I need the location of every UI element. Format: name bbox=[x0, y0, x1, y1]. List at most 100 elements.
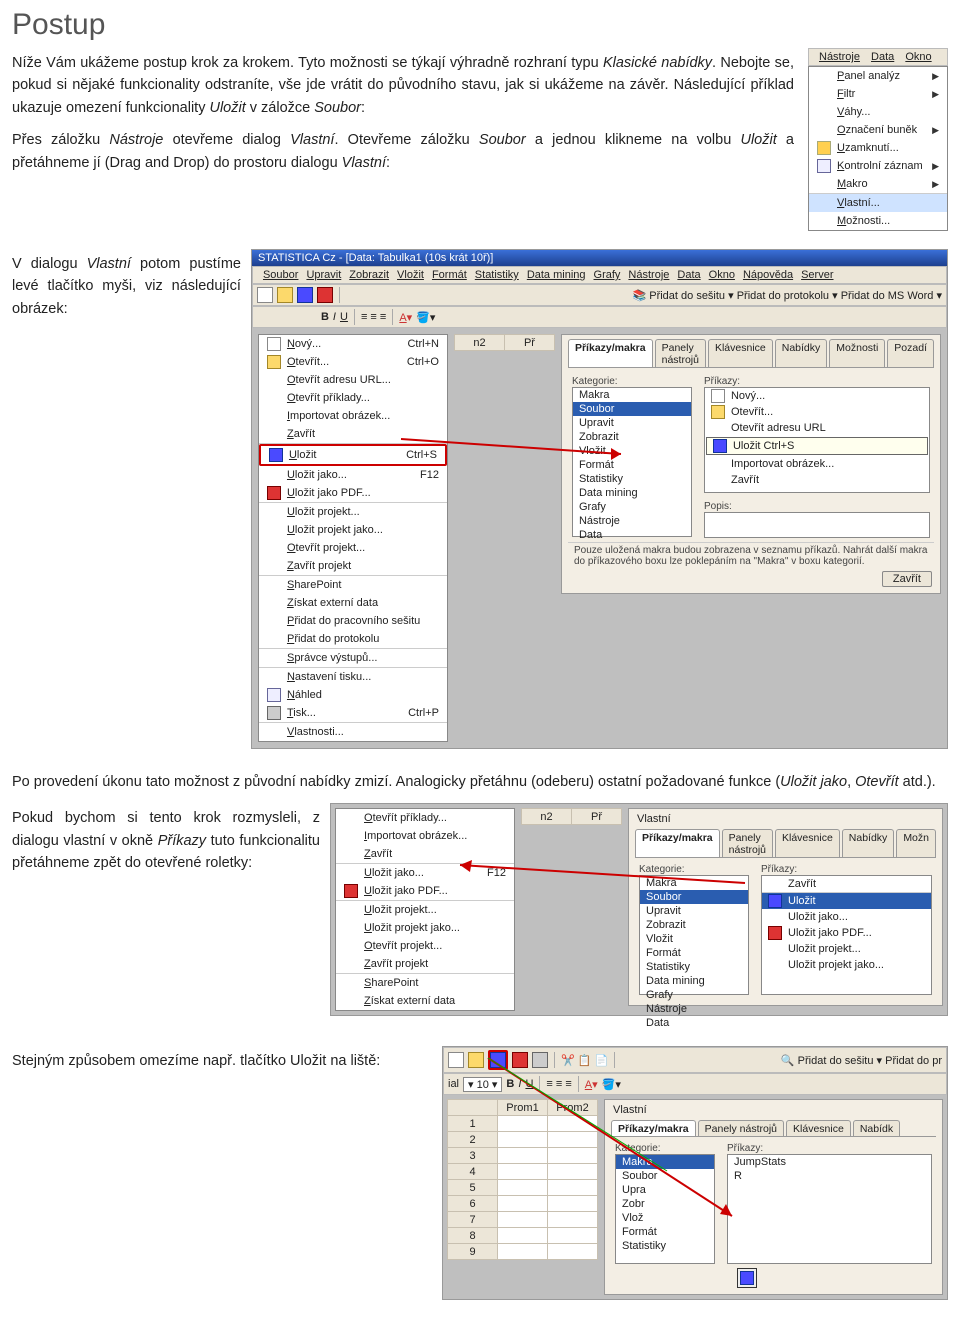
list-item[interactable]: Soubor bbox=[573, 402, 691, 416]
button-zavrit[interactable]: Zavřít bbox=[882, 571, 932, 587]
list-item[interactable]: Upravit bbox=[640, 904, 748, 918]
tb-add-proto[interactable]: Přidat do protokolu bbox=[737, 290, 829, 302]
list-item[interactable]: Statistiky bbox=[616, 1239, 714, 1253]
menu-item[interactable]: Nastavení tisku... bbox=[259, 668, 447, 686]
tab[interactable]: Možn bbox=[896, 829, 936, 857]
pdf-icon[interactable] bbox=[317, 287, 333, 303]
list-item[interactable]: Makra bbox=[640, 876, 748, 890]
kategorie-list[interactable]: MakraSouborUpravitZobrazitVložitFormátSt… bbox=[572, 387, 692, 537]
tab[interactable]: Příkazy/makra bbox=[611, 1120, 696, 1136]
list-item[interactable]: R bbox=[728, 1169, 931, 1183]
tab[interactable]: Příkazy/makra bbox=[635, 829, 720, 857]
menubar-item[interactable]: Upravit bbox=[306, 269, 341, 281]
list-item[interactable]: Data mining bbox=[640, 974, 748, 988]
menubar-item[interactable]: Data mining bbox=[527, 269, 586, 281]
menu-item[interactable]: Panel analýz▶ bbox=[809, 67, 947, 85]
menu-item[interactable]: Získat externí data bbox=[259, 594, 447, 612]
list-item[interactable]: Uložit Ctrl+S bbox=[706, 437, 928, 455]
menu-item[interactable]: Přidat do protokolu bbox=[259, 630, 447, 649]
tab[interactable]: Panely nástrojů bbox=[655, 339, 706, 367]
list-item[interactable]: Data bbox=[573, 528, 691, 542]
menu-item[interactable]: Importovat obrázek... bbox=[259, 407, 447, 425]
menu-item[interactable]: SharePoint bbox=[259, 576, 447, 594]
list-item[interactable]: Makra bbox=[573, 388, 691, 402]
menubar-item[interactable]: Formát bbox=[432, 269, 467, 281]
list-item[interactable]: Zobrazit bbox=[640, 918, 748, 932]
menubar-item[interactable]: Grafy bbox=[594, 269, 621, 281]
menu-item[interactable]: Makro▶ bbox=[809, 175, 947, 194]
list-item[interactable]: Data mining bbox=[573, 486, 691, 500]
menu-item[interactable]: Kontrolní záznam▶ bbox=[809, 157, 947, 175]
tb-add-sesit[interactable]: Přidat do sešitu bbox=[649, 290, 725, 302]
tb3-add-proto[interactable]: Přidat do pr bbox=[885, 1055, 942, 1067]
save-icon[interactable] bbox=[297, 287, 313, 303]
menu-item[interactable]: Zavřít bbox=[259, 425, 447, 444]
list-item[interactable]: Soubor bbox=[616, 1169, 714, 1183]
list-item[interactable]: Upravit bbox=[573, 416, 691, 430]
list-item[interactable]: Makra bbox=[616, 1155, 714, 1169]
menu-item[interactable]: Správce výstupů... bbox=[259, 649, 447, 668]
menubar-item[interactable]: Zobrazit bbox=[349, 269, 389, 281]
menu-nastroje[interactable]: Nástroje bbox=[819, 51, 860, 63]
menu-item[interactable]: Uložit projekt... bbox=[336, 901, 514, 919]
kategorie-list-3[interactable]: MakraSouborUpraZobrVložFormátStatistiky bbox=[615, 1154, 715, 1264]
tab[interactable]: Pozadí bbox=[887, 339, 934, 367]
list-item[interactable]: Zobrazit bbox=[573, 430, 691, 444]
tab[interactable]: Klávesnice bbox=[708, 339, 773, 367]
list-item[interactable]: Otevřít adresu URL bbox=[705, 420, 929, 436]
font-color-icon[interactable]: A▾ bbox=[399, 311, 412, 324]
list-item[interactable]: Importovat obrázek... bbox=[705, 456, 929, 472]
menu-item[interactable]: Uložit jako PDF... bbox=[336, 882, 514, 901]
list-item[interactable]: Grafy bbox=[640, 988, 748, 1002]
list-item[interactable]: Formát bbox=[616, 1225, 714, 1239]
prikazy-list[interactable]: Nový...Otevřít...Otevřít adresu URLUloži… bbox=[704, 387, 930, 493]
menubar-item[interactable]: Okno bbox=[709, 269, 735, 281]
menu-okno[interactable]: Okno bbox=[905, 51, 931, 63]
menu-item[interactable]: Uložit projekt jako... bbox=[336, 919, 514, 937]
list-item[interactable]: Vložit bbox=[573, 444, 691, 458]
list-item[interactable]: Formát bbox=[573, 458, 691, 472]
list-item[interactable]: Otevřít... bbox=[705, 404, 929, 420]
menu-item[interactable]: Uložit projekt jako... bbox=[259, 521, 447, 539]
list-item[interactable]: Grafy bbox=[573, 500, 691, 514]
menu-item[interactable]: Přidat do pracovního sešitu bbox=[259, 612, 447, 630]
menu-item[interactable]: Uložit projekt... bbox=[259, 503, 447, 521]
list-item[interactable]: Nástroje bbox=[573, 514, 691, 528]
menu-item[interactable]: Zavřít projekt bbox=[336, 955, 514, 974]
list-item[interactable]: Soubor bbox=[640, 890, 748, 904]
tab[interactable]: Panely nástrojů bbox=[722, 829, 773, 857]
tab[interactable]: Nabídky bbox=[842, 829, 895, 857]
menu-data[interactable]: Data bbox=[871, 51, 894, 63]
menu-item[interactable]: Otevřít projekt... bbox=[336, 937, 514, 955]
font-size-field[interactable]: ▾ 10 ▾ bbox=[463, 1077, 502, 1092]
menu-item[interactable]: Nový...Ctrl+N bbox=[259, 335, 447, 353]
tb3-save-icon[interactable] bbox=[490, 1052, 506, 1068]
menu-item[interactable]: UložitCtrl+S bbox=[259, 444, 447, 466]
list-item[interactable]: Uložit bbox=[762, 893, 931, 909]
prikazy-list-3[interactable]: JumpStatsR bbox=[727, 1154, 932, 1264]
menu-item[interactable]: Uložit jako...F12 bbox=[259, 466, 447, 484]
list-item[interactable]: Statistiky bbox=[640, 960, 748, 974]
tb-add-word[interactable]: Přidat do MS Word bbox=[841, 290, 934, 302]
menu-item[interactable]: Filtr▶ bbox=[809, 85, 947, 103]
menu-item[interactable]: Zavřít bbox=[336, 845, 514, 864]
tab[interactable]: Panely nástrojů bbox=[698, 1120, 784, 1136]
list-item[interactable]: Uložit jako... bbox=[762, 909, 931, 925]
list-item[interactable]: Vlož bbox=[616, 1211, 714, 1225]
menu-item[interactable]: Váhy... bbox=[809, 103, 947, 121]
open-icon[interactable] bbox=[277, 287, 293, 303]
tab[interactable]: Nabídk bbox=[853, 1120, 900, 1136]
menu-item[interactable]: Otevřít adresu URL... bbox=[259, 371, 447, 389]
list-item[interactable]: Zobr bbox=[616, 1197, 714, 1211]
tab[interactable]: Klávesnice bbox=[775, 829, 840, 857]
menubar-item[interactable]: Soubor bbox=[263, 269, 298, 281]
list-item[interactable]: Uložit jako PDF... bbox=[762, 925, 931, 941]
menu-item[interactable]: Možnosti... bbox=[809, 212, 947, 230]
tab[interactable]: Možnosti bbox=[829, 339, 885, 367]
kategorie-list-2[interactable]: MakraSouborUpravitZobrazitVložitFormátSt… bbox=[639, 875, 749, 995]
menu-item[interactable]: SharePoint bbox=[336, 974, 514, 992]
menubar-item[interactable]: Data bbox=[677, 269, 700, 281]
tb3-pdf-icon[interactable] bbox=[512, 1052, 528, 1068]
menu-item[interactable]: Získat externí data bbox=[336, 992, 514, 1010]
prikazy-list-2[interactable]: ZavřítUložitUložit jako...Uložit jako PD… bbox=[761, 875, 932, 995]
